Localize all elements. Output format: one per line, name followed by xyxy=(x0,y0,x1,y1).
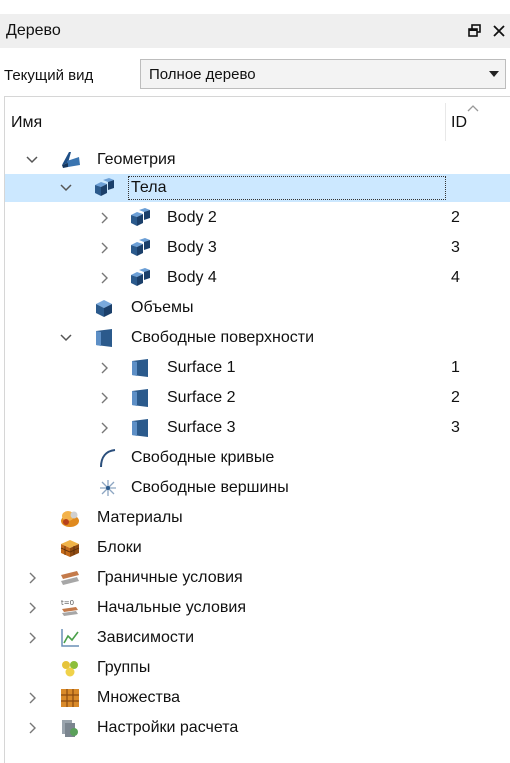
chevron-right-icon[interactable] xyxy=(25,571,39,585)
tree-row-label: Surface 2 xyxy=(167,389,236,406)
bodies-icon xyxy=(93,177,115,199)
tree-row-label: Начальные условия xyxy=(97,599,247,616)
dropdown-arrow-icon[interactable] xyxy=(489,71,499,77)
tree-header: Имя ID xyxy=(5,97,510,147)
chevron-right-icon[interactable] xyxy=(97,391,111,405)
chevron-down-icon[interactable] xyxy=(25,153,39,167)
tree-row-body-3[interactable]: Body 3 3 xyxy=(5,234,510,262)
column-separator[interactable] xyxy=(445,103,446,141)
tree-row-free-vertices[interactable]: Свободные вершины xyxy=(5,474,510,502)
titlebar-buttons xyxy=(466,22,510,40)
tree-row-label: Объемы xyxy=(131,299,194,316)
tree-panel: Дерево Текущий вид Полное дерево Имя ID … xyxy=(0,0,510,763)
view-selector-label: Текущий вид xyxy=(4,66,94,84)
svg-text:t=0: t=0 xyxy=(61,599,74,607)
tree-row-surface-1[interactable]: Surface 1 1 xyxy=(5,354,510,382)
tree-row-boundary-conditions[interactable]: Граничные условия xyxy=(5,564,510,592)
tree-row-label: Surface 3 xyxy=(167,419,236,436)
tree-row-initial-conditions[interactable]: t=0 Начальные условия xyxy=(5,594,510,622)
tree-row-label: Материалы xyxy=(97,509,183,526)
chevron-right-icon[interactable] xyxy=(25,601,39,615)
curve-icon xyxy=(97,447,119,469)
tree-row-label: Body 4 xyxy=(167,269,217,286)
tree-row-label: Группы xyxy=(97,659,151,676)
surfaces-icon xyxy=(93,327,115,349)
chevron-right-icon[interactable] xyxy=(25,631,39,645)
body-icon xyxy=(129,237,151,259)
tree-row-id: 4 xyxy=(451,269,460,286)
sets-icon xyxy=(59,687,81,709)
chevron-right-icon[interactable] xyxy=(97,211,111,225)
chevron-right-icon[interactable] xyxy=(97,241,111,255)
tree-row-label: Геометрия xyxy=(97,151,176,168)
tree-row-label: Блоки xyxy=(97,539,142,556)
tree-row-id: 2 xyxy=(451,389,460,406)
restore-window-icon[interactable] xyxy=(466,22,484,40)
tree-row-id: 2 xyxy=(451,209,460,226)
tree-row-id: 3 xyxy=(451,239,460,256)
panel-titlebar: Дерево xyxy=(0,14,510,48)
chevron-right-icon[interactable] xyxy=(25,721,39,735)
tree-row-label: Свободные кривые xyxy=(131,449,275,466)
tree-row-free-surfaces[interactable]: Свободные поверхности xyxy=(5,324,510,352)
tree-row-materials[interactable]: Материалы xyxy=(5,504,510,532)
solver-settings-icon xyxy=(59,717,81,739)
tree-row-volumes[interactable]: Объемы xyxy=(5,294,510,322)
close-icon[interactable] xyxy=(490,22,508,40)
tree-row-bodies[interactable]: Тела xyxy=(5,174,510,202)
initial-conditions-icon: t=0 xyxy=(59,597,81,619)
tree-row-label: Настройки расчета xyxy=(97,719,239,736)
tree-row-surface-2[interactable]: Surface 2 2 xyxy=(5,384,510,412)
tree-row-label: Body 2 xyxy=(167,209,217,226)
tree-row-label: Свободные поверхности xyxy=(131,329,314,346)
body-icon xyxy=(129,267,151,289)
tree-row-label: Body 3 xyxy=(167,239,217,256)
tree-row-groups[interactable]: Группы xyxy=(5,654,510,682)
column-header-id[interactable]: ID xyxy=(451,114,467,132)
dependencies-icon xyxy=(59,627,81,649)
volumes-icon xyxy=(93,297,115,319)
chevron-right-icon[interactable] xyxy=(25,691,39,705)
view-selector-row: Текущий вид Полное дерево xyxy=(0,58,510,92)
surface-icon xyxy=(129,357,151,379)
tree-row-id: 1 xyxy=(451,359,460,376)
tree-row-label: Surface 1 xyxy=(167,359,236,376)
tree-row-geometry[interactable]: Геометрия xyxy=(5,146,510,174)
geometry-icon xyxy=(59,149,81,171)
tree-row-solver-settings[interactable]: Настройки расчета xyxy=(5,714,510,742)
tree-row-dependencies[interactable]: Зависимости xyxy=(5,624,510,652)
chevron-down-icon[interactable] xyxy=(59,181,73,195)
tree-row-label: Граничные условия xyxy=(97,569,243,586)
chevron-right-icon[interactable] xyxy=(97,361,111,375)
tree-row-body-2[interactable]: Body 2 2 xyxy=(5,204,510,232)
tree-row-label: Зависимости xyxy=(97,629,195,646)
tree-row-sets[interactable]: Множества xyxy=(5,684,510,712)
tree-row-free-curves[interactable]: Свободные кривые xyxy=(5,444,510,472)
boundary-conditions-icon xyxy=(59,567,81,589)
surface-icon xyxy=(129,387,151,409)
vertex-icon xyxy=(97,477,119,499)
tree-view[interactable]: Имя ID Геометрия Тела Body 2 2 Body 3 3 … xyxy=(4,96,510,763)
chevron-down-icon[interactable] xyxy=(59,331,73,345)
tree-row-label: Множества xyxy=(97,689,181,706)
view-selector-combobox[interactable]: Полное дерево xyxy=(140,59,506,89)
blocks-icon xyxy=(59,537,81,559)
chevron-right-icon[interactable] xyxy=(97,421,111,435)
surface-icon xyxy=(129,417,151,439)
tree-row-blocks[interactable]: Блоки xyxy=(5,534,510,562)
tree-row-label: Тела xyxy=(128,176,446,200)
body-icon xyxy=(129,207,151,229)
view-selector-value: Полное дерево xyxy=(149,65,256,83)
chevron-right-icon[interactable] xyxy=(97,271,111,285)
tree-row-id: 3 xyxy=(451,419,460,436)
panel-title: Дерево xyxy=(6,22,61,39)
sort-ascending-icon xyxy=(467,99,479,117)
column-header-name[interactable]: Имя xyxy=(11,114,42,132)
tree-row-surface-3[interactable]: Surface 3 3 xyxy=(5,414,510,442)
groups-icon xyxy=(59,657,81,679)
tree-row-label: Свободные вершины xyxy=(131,479,289,496)
tree-row-body-4[interactable]: Body 4 4 xyxy=(5,264,510,292)
materials-icon xyxy=(59,507,81,529)
